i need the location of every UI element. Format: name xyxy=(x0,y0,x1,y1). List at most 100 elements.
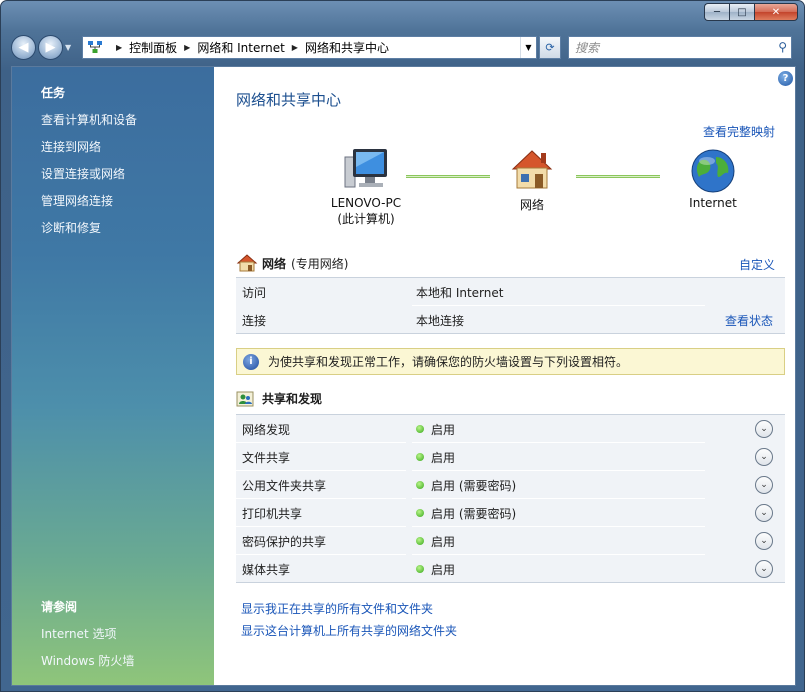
link-internet-options[interactable]: Internet 选项 xyxy=(41,625,116,642)
setting-status-text: 启用 xyxy=(431,450,456,465)
sharing-row-media: 媒体共享 启用 ⌄ xyxy=(236,555,785,583)
computer-name: LENOVO-PC xyxy=(330,196,402,210)
detail-row: 连接 本地连接 查看状态 xyxy=(236,306,785,334)
setting-status-text: 启用 xyxy=(431,422,456,437)
tasks-heading: 任务 xyxy=(41,86,66,100)
detail-key: 访问 xyxy=(242,285,267,300)
help-icon[interactable]: ? xyxy=(778,71,793,86)
link-windows-firewall[interactable]: Windows 防火墙 xyxy=(41,652,134,669)
breadcrumb-separator-icon[interactable]: ▶ xyxy=(184,43,190,52)
sharing-section-header: 共享和发现 xyxy=(236,390,322,407)
address-dropdown-icon[interactable]: ▼ xyxy=(520,36,536,58)
search-input[interactable]: 搜索 ⚲ xyxy=(568,35,792,59)
view-full-map-link[interactable]: 查看完整映射 xyxy=(703,123,775,140)
internet-label: Internet xyxy=(689,196,737,210)
task-setup-connection[interactable]: 设置连接或网络 xyxy=(41,165,125,182)
breadcrumb-network-internet[interactable]: 网络和 Internet xyxy=(197,39,284,56)
main-content: ? 网络和共享中心 查看完整映射 LENOVO-PC (此计算机) 网络 Int… xyxy=(214,67,795,685)
network-details: 访问 本地和 Internet 连接 本地连接 查看状态 xyxy=(236,277,785,334)
status-on-icon xyxy=(416,453,424,461)
expand-chevron-icon[interactable]: ⌄ xyxy=(755,532,773,550)
close-button[interactable]: ✕ xyxy=(754,3,798,21)
setting-status: 启用 xyxy=(416,449,455,466)
see-also-heading: 请参阅 xyxy=(41,600,78,614)
setting-name: 文件共享 xyxy=(242,450,291,465)
show-shared-files-link[interactable]: 显示我正在共享的所有文件和文件夹 xyxy=(241,600,433,617)
client-area: 任务 查看计算机和设备 连接到网络 设置连接或网络 管理网络连接 诊断和修复 请… xyxy=(11,66,796,686)
task-diagnose-repair[interactable]: 诊断和修复 xyxy=(41,219,101,236)
status-on-icon xyxy=(416,537,424,545)
view-status-link[interactable]: 查看状态 xyxy=(725,312,773,329)
caption-buttons: ─ □ ✕ xyxy=(704,3,798,21)
setting-name: 密码保护的共享 xyxy=(242,534,327,549)
info-icon: i xyxy=(243,353,259,370)
network-center-icon xyxy=(88,41,102,53)
sharing-row-file-sharing: 文件共享 启用 ⌄ xyxy=(236,443,785,471)
computer-icon xyxy=(344,149,387,188)
detail-key: 连接 xyxy=(242,313,267,328)
setting-status-text: 启用 xyxy=(431,562,456,577)
setting-status: 启用 xyxy=(416,421,455,438)
sharing-title: 共享和发现 xyxy=(262,392,323,406)
globe-icon xyxy=(691,149,735,193)
show-shared-folders-link[interactable]: 显示这台计算机上所有共享的网络文件夹 xyxy=(241,622,457,639)
breadcrumb-control-panel[interactable]: 控制面板 xyxy=(129,39,177,56)
navigation-bar: ◀ ▶ ▼ ▶ 控制面板 ▶ 网络和 Internet ▶ 网络和共享中心 ▼ … xyxy=(11,31,794,63)
maximize-button[interactable]: □ xyxy=(729,3,754,21)
sharing-row-printer: 打印机共享 启用 (需要密码) ⌄ xyxy=(236,499,785,527)
network-name: 网络 xyxy=(262,256,287,271)
page-title: 网络和共享中心 xyxy=(236,91,342,109)
setting-name: 公用文件夹共享 xyxy=(242,478,327,493)
task-manage-connections[interactable]: 管理网络连接 xyxy=(41,192,113,209)
address-bar[interactable]: ▶ 控制面板 ▶ 网络和 Internet ▶ 网络和共享中心 ▼ xyxy=(82,35,537,59)
map-network-node[interactable]: 网络 xyxy=(498,147,566,213)
computer-subtitle: (此计算机) xyxy=(337,212,395,226)
status-on-icon xyxy=(416,425,424,433)
network-type: (专用网络) xyxy=(291,256,349,271)
status-on-icon xyxy=(416,481,424,489)
back-button[interactable]: ◀ xyxy=(11,34,36,60)
setting-status-text: 启用 xyxy=(431,534,456,549)
customize-link[interactable]: 自定义 xyxy=(739,256,775,273)
setting-status: 启用 (需要密码) xyxy=(416,477,516,494)
firewall-notice: i 为使共享和发现正常工作，请确保您的防火墙设置与下列设置相符。 xyxy=(236,348,785,375)
recent-pages-dropdown[interactable]: ▼ xyxy=(65,43,75,52)
setting-status: 启用 (需要密码) xyxy=(416,505,516,522)
forward-button[interactable]: ▶ xyxy=(38,34,63,60)
expand-chevron-icon[interactable]: ⌄ xyxy=(755,476,773,494)
map-link-line xyxy=(576,175,660,178)
notice-text: 为使共享和发现正常工作，请确保您的防火墙设置与下列设置相符。 xyxy=(268,355,629,369)
setting-status-text: 启用 (需要密码) xyxy=(431,478,517,493)
breadcrumb-separator-icon[interactable]: ▶ xyxy=(292,43,298,52)
map-computer-node[interactable]: LENOVO-PC (此计算机) xyxy=(326,147,406,227)
minimize-button[interactable]: ─ xyxy=(704,3,729,21)
breadcrumb-network-sharing-center[interactable]: 网络和共享中心 xyxy=(305,39,389,56)
task-view-computers-devices[interactable]: 查看计算机和设备 xyxy=(41,111,137,128)
task-connect-to-network[interactable]: 连接到网络 xyxy=(41,138,101,155)
sharing-settings: 网络发现 启用 ⌄ 文件共享 启用 ⌄ 公用文件夹共享 启用 (需要密码) ⌄ xyxy=(236,414,785,583)
search-placeholder: 搜索 xyxy=(575,40,600,55)
house-icon xyxy=(511,150,553,189)
map-internet-node[interactable]: Internet xyxy=(670,147,756,210)
network-label: 网络 xyxy=(519,198,544,212)
status-on-icon xyxy=(416,509,424,517)
setting-name: 网络发现 xyxy=(242,422,291,437)
sharing-row-network-discovery: 网络发现 启用 ⌄ xyxy=(236,415,785,443)
expand-chevron-icon[interactable]: ⌄ xyxy=(755,504,773,522)
expand-chevron-icon[interactable]: ⌄ xyxy=(755,560,773,578)
task-pane: 任务 查看计算机和设备 连接到网络 设置连接或网络 管理网络连接 诊断和修复 请… xyxy=(12,67,214,685)
sharing-row-public-folder: 公用文件夹共享 启用 (需要密码) ⌄ xyxy=(236,471,785,499)
refresh-button[interactable]: ⟳ xyxy=(539,35,561,59)
map-link-line xyxy=(406,175,490,178)
expand-chevron-icon[interactable]: ⌄ xyxy=(755,448,773,466)
breadcrumb-separator-icon: ▶ xyxy=(116,42,123,52)
setting-name: 媒体共享 xyxy=(242,562,291,577)
network-section-header: 网络 (专用网络) xyxy=(236,253,348,273)
sharing-row-password-protected: 密码保护的共享 启用 ⌄ xyxy=(236,527,785,555)
expand-chevron-icon[interactable]: ⌄ xyxy=(755,420,773,438)
search-icon[interactable]: ⚲ xyxy=(778,40,787,54)
detail-value: 本地连接 xyxy=(416,313,465,328)
setting-status: 启用 xyxy=(416,533,455,550)
setting-status-text: 启用 (需要密码) xyxy=(431,506,517,521)
detail-row: 访问 本地和 Internet xyxy=(236,278,785,306)
